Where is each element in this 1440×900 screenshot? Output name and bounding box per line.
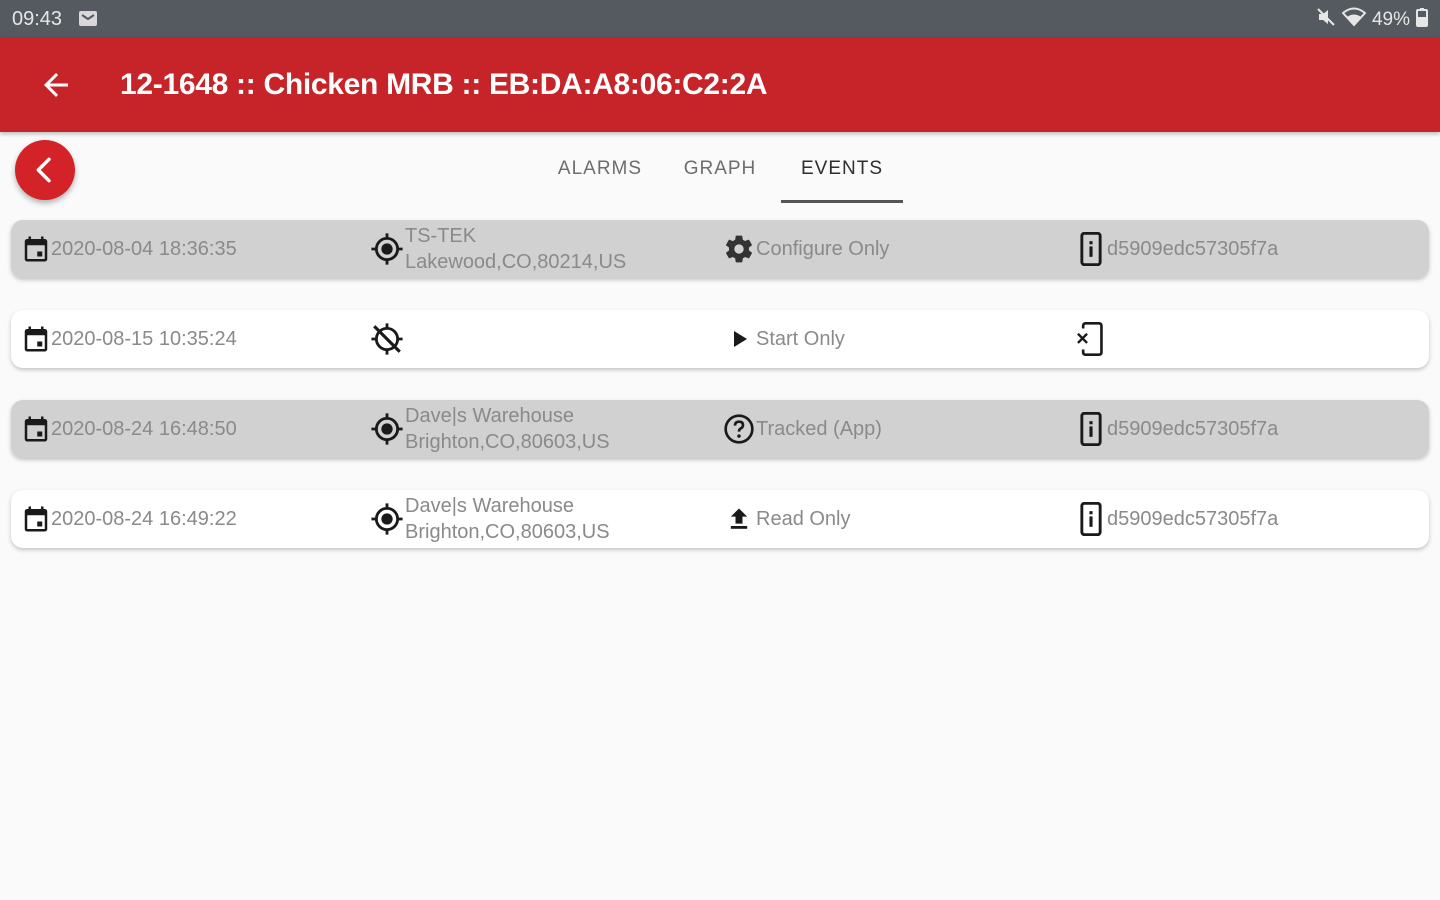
location-address: Lakewood,CO,80214,US <box>405 251 627 273</box>
gps-off-icon <box>369 322 405 356</box>
device-cell: d5909edc57305f7a <box>1075 400 1278 458</box>
device-id: d5909edc57305f7a <box>1107 237 1279 260</box>
status-icons: 49% <box>1316 7 1428 33</box>
location-cell: Dave|s Warehouse Brighton,CO,80603,US <box>369 400 610 458</box>
tab-bar: ALARMS GRAPH EVENTS <box>0 140 1440 206</box>
timestamp-cell: 2020-08-24 16:48:50 <box>21 400 237 458</box>
calendar-icon <box>21 414 51 444</box>
phone-info-icon <box>1075 412 1107 446</box>
page-title: 12-1648 :: Chicken MRB :: EB:DA:A8:06:C2… <box>120 68 768 101</box>
action-cell: Configure Only <box>722 220 889 278</box>
tab-graph[interactable]: GRAPH <box>663 140 777 204</box>
event-row[interactable]: 2020-08-15 10:35:24 Start Only <box>11 310 1429 368</box>
timestamp: 2020-08-15 10:35:24 <box>51 327 237 350</box>
status-time: 09:43 <box>12 8 63 30</box>
calendar-icon <box>21 504 51 534</box>
active-tab-indicator <box>781 200 903 203</box>
event-row[interactable]: 2020-08-04 18:36:35 TS-TEK Lakewood,CO,8… <box>11 220 1429 278</box>
timestamp: 2020-08-04 18:36:35 <box>51 237 237 260</box>
location-name: TS-TEK <box>405 225 477 247</box>
location-cell <box>369 310 405 368</box>
device-cell <box>1075 310 1107 368</box>
device-cell: d5909edc57305f7a <box>1075 220 1278 278</box>
action-label: Tracked (App) <box>756 417 882 440</box>
timestamp-cell: 2020-08-04 18:36:35 <box>21 220 237 278</box>
phone-info-icon <box>1075 232 1107 266</box>
location-cell: TS-TEK Lakewood,CO,80214,US <box>369 220 626 278</box>
location-address: Brighton,CO,80603,US <box>405 521 610 543</box>
event-row[interactable]: 2020-08-24 16:49:22 Dave|s Warehouse Bri… <box>11 490 1429 548</box>
calendar-icon <box>21 324 51 354</box>
device-id: d5909edc57305f7a <box>1107 507 1279 530</box>
timestamp-cell: 2020-08-15 10:35:24 <box>21 310 237 368</box>
timestamp-cell: 2020-08-24 16:49:22 <box>21 490 237 548</box>
wifi-icon <box>1341 7 1367 33</box>
location-address: Brighton,CO,80603,US <box>405 431 610 453</box>
app-bar: 12-1648 :: Chicken MRB :: EB:DA:A8:06:C2… <box>0 37 1440 132</box>
mute-icon <box>1316 7 1336 33</box>
back-arrow-icon[interactable] <box>38 67 74 103</box>
action-cell: Read Only <box>722 490 851 548</box>
location-name: Dave|s Warehouse <box>405 405 574 427</box>
message-icon <box>78 10 98 32</box>
gps-fixed-icon <box>369 412 405 446</box>
location-cell: Dave|s Warehouse Brighton,CO,80603,US <box>369 490 610 548</box>
device-cell: d5909edc57305f7a <box>1075 490 1278 548</box>
action-cell: Tracked (App) <box>722 400 882 458</box>
calendar-icon <box>21 234 51 264</box>
event-row[interactable]: 2020-08-24 16:48:50 Dave|s Warehouse Bri… <box>11 400 1429 458</box>
tab-alarms[interactable]: ALARMS <box>540 140 660 204</box>
tab-events[interactable]: EVENTS <box>781 140 903 204</box>
timestamp: 2020-08-24 16:48:50 <box>51 417 237 440</box>
battery-text: 49% <box>1371 9 1410 30</box>
phone-info-icon <box>1075 502 1107 536</box>
gps-fixed-icon <box>369 232 405 266</box>
action-label: Read Only <box>756 507 851 530</box>
gear-icon <box>722 233 756 265</box>
action-cell: Start Only <box>722 310 845 368</box>
phone-missing-icon <box>1075 322 1107 356</box>
location-name: Dave|s Warehouse <box>405 495 574 517</box>
device-id: d5909edc57305f7a <box>1107 417 1279 440</box>
upload-icon <box>722 505 756 533</box>
help-circle-icon <box>722 413 756 445</box>
action-label: Configure Only <box>756 237 890 260</box>
battery-icon <box>1416 7 1428 33</box>
gps-fixed-icon <box>369 502 405 536</box>
action-label: Start Only <box>756 327 845 350</box>
timestamp: 2020-08-24 16:49:22 <box>51 507 237 530</box>
status-bar: 09:43 49% <box>0 0 1440 37</box>
play-icon <box>722 327 756 351</box>
